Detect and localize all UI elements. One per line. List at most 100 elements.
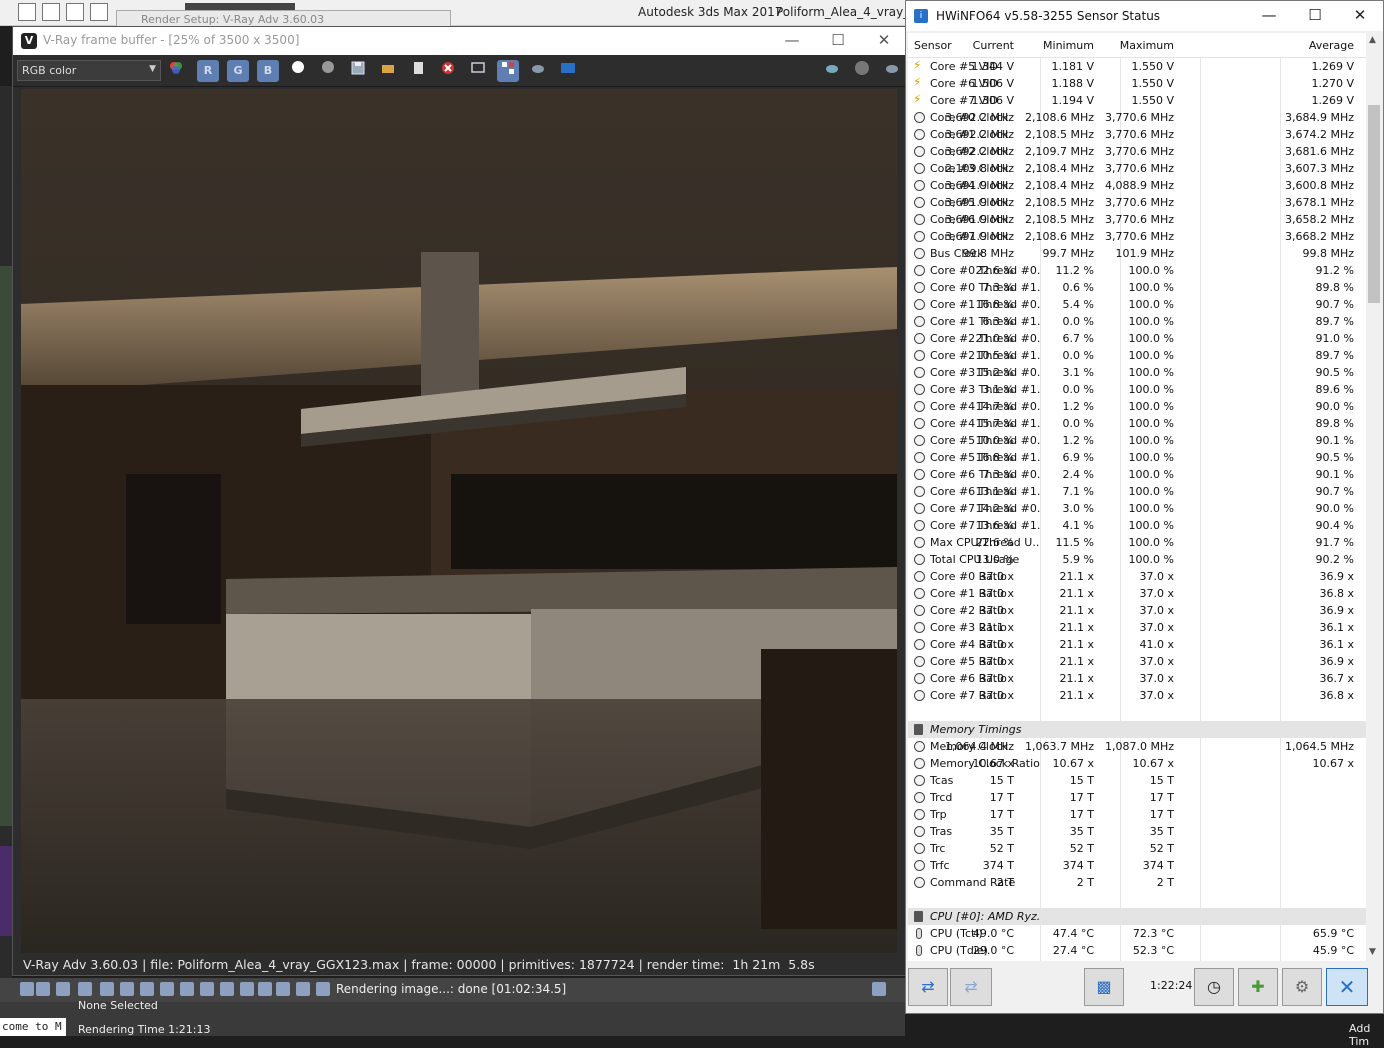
toolbar-icon[interactable] [240, 982, 254, 996]
scrollbar-thumb[interactable] [1368, 105, 1380, 303]
new-file-icon[interactable] [18, 3, 36, 21]
close-sensors-icon[interactable]: ✕ [1326, 968, 1368, 1006]
toolbar-icon[interactable] [316, 982, 330, 996]
sensor-row[interactable]: Memory Clock 1,064.4 MHz 1,063.7 MHz 1,087.… [908, 738, 1366, 755]
toolbar-icon[interactable] [56, 982, 70, 996]
maxscript-listener-input[interactable]: come to M [0, 1018, 66, 1036]
sensor-row[interactable]: Core #7 Thread #1... 13.6 % 4.1 % 100.0 % 90… [908, 517, 1366, 534]
maximize-button[interactable]: ☐ [815, 29, 861, 53]
toolbar-icon[interactable] [220, 982, 234, 996]
sensor-row[interactable]: Core #4 Clock 3,691.9 MHz 2,108.4 MHz 4,088… [908, 177, 1366, 194]
sensor-row[interactable]: Core #0 Thread #0... 22.6 % 11.2 % 100.0 % 9… [908, 262, 1366, 279]
scroll-down-icon[interactable]: ▼ [1369, 947, 1376, 957]
undo-icon[interactable] [90, 3, 108, 21]
duplicate-to-max-vfb-icon[interactable] [407, 60, 429, 82]
sensor-row[interactable]: Max CPU/Thread U... 22.6 % 11.5 % 100.0 % 91… [908, 534, 1366, 551]
column-header-minimum[interactable]: Minimum [1043, 39, 1094, 52]
sensor-row[interactable]: Core #6 Thread #0... 7.3 % 2.4 % 100.0 % 90.… [908, 466, 1366, 483]
toolbar-icon[interactable] [36, 982, 50, 996]
toolbar-icon[interactable] [276, 982, 290, 996]
mono-icon[interactable] [317, 60, 339, 82]
sensor-row[interactable]: Core #4 Thread #1... 15.7 % 0.0 % 100.0 % 89… [908, 415, 1366, 432]
sensor-row[interactable]: Core #3 Thread #0... 15.2 % 3.1 % 100.0 % 90… [908, 364, 1366, 381]
sensor-row[interactable]: Trc 52 T 52 T 52 T [908, 840, 1366, 857]
sensor-row[interactable]: Core #1 Ratio 37.0 x 21.1 x 37.0 x 36.8 x [908, 585, 1366, 602]
sensor-row[interactable]: Core #2 Thread #0... 21.0 % 6.7 % 100.0 % 91… [908, 330, 1366, 347]
green-channel-button[interactable]: G [227, 60, 249, 82]
sensor-row[interactable]: Core #3 Thread #1... 3.1 % 0.0 % 100.0 % 89.… [908, 381, 1366, 398]
sensor-row[interactable] [908, 704, 1366, 721]
save-image-icon[interactable] [347, 60, 369, 82]
red-channel-button[interactable]: R [197, 60, 219, 82]
toolbar-icon[interactable] [258, 982, 272, 996]
sensor-row[interactable]: CPU (Tctl) 49.0 °C 47.4 °C 72.3 °C 65.9 °C [908, 925, 1366, 942]
sensor-group-header[interactable]: CPU [#0]: AMD Ryz... [908, 908, 1366, 925]
sensor-row[interactable]: Core #7 Thread #0... 14.2 % 3.0 % 100.0 % 90… [908, 500, 1366, 517]
collapse-arrows-icon[interactable]: ⇄ [950, 968, 992, 1006]
sensor-row[interactable]: Core #5 Thread #1... 16.8 % 6.9 % 100.0 % 90… [908, 449, 1366, 466]
sensor-row[interactable]: Total CPU Usage 13.0 % 5.9 % 100.0 % 90.2 % [908, 551, 1366, 568]
render-teapot-icon[interactable] [821, 60, 843, 82]
track-mouse-icon[interactable] [467, 60, 489, 82]
logging-icon[interactable]: ✚ [1238, 968, 1278, 1006]
column-header-current[interactable]: Current [973, 39, 1014, 52]
clear-image-icon[interactable] [437, 60, 459, 82]
sensor-row[interactable]: ⚡ Core #5 VID 1.344 V 1.181 V 1.550 V 1.269 V [908, 58, 1366, 75]
sensor-row[interactable]: Core #7 Ratio 37.0 x 21.1 x 37.0 x 36.8 x [908, 687, 1366, 704]
region-render-icon[interactable] [497, 60, 519, 82]
toolbar-icon[interactable] [160, 982, 174, 996]
toolbar-icon[interactable] [296, 982, 310, 996]
lens-effects-icon[interactable] [557, 60, 579, 82]
minimize-button[interactable]: — [769, 29, 815, 53]
sensor-row[interactable]: Core #1 Thread #1... 6.3 % 0.0 % 100.0 % 89.… [908, 313, 1366, 330]
sensor-row[interactable]: ⚡ Core #7 VID 1.306 V 1.194 V 1.550 V 1.269 V [908, 92, 1366, 109]
rendered-kitchen-image[interactable] [21, 89, 897, 953]
sensor-row[interactable]: Tcas 15 T 15 T 15 T [908, 772, 1366, 789]
sensor-row[interactable]: Trp 17 T 17 T 17 T [908, 806, 1366, 823]
sensor-row[interactable]: Core #2 Thread #1... 10.5 % 0.0 % 100.0 % 89… [908, 347, 1366, 364]
column-header-sensor[interactable]: Sensor [914, 39, 952, 52]
close-button[interactable]: ✕ [1337, 4, 1383, 28]
sensor-row[interactable]: Core #6 Clock 3,691.9 MHz 2,108.5 MHz 3,770… [908, 211, 1366, 228]
save-file-icon[interactable] [66, 3, 84, 21]
scroll-up-icon[interactable]: ▲ [1369, 35, 1376, 45]
white-alpha-icon[interactable] [287, 60, 309, 82]
sensor-row[interactable]: Core #4 Ratio 37.0 x 21.1 x 41.0 x 36.1 x [908, 636, 1366, 653]
sensor-row[interactable]: Core #5 Thread #0... 10.0 % 1.2 % 100.0 % 90… [908, 432, 1366, 449]
maximize-button[interactable]: ☐ [1292, 4, 1338, 28]
sensor-row[interactable]: Core #2 Ratio 37.0 x 21.1 x 37.0 x 36.9 x [908, 602, 1366, 619]
toolbar-icon[interactable] [120, 982, 134, 996]
render-last-icon[interactable] [527, 60, 549, 82]
sensor-row[interactable]: Memory Clock Ratio 10.67 x 10.67 x 10.67 x1… [908, 755, 1366, 772]
sensor-row[interactable]: Core #1 Thread #0... 16.8 % 5.4 % 100.0 % 90… [908, 296, 1366, 313]
sensor-row[interactable]: Core #0 Thread #1... 7.3 % 0.6 % 100.0 % 89.… [908, 279, 1366, 296]
open-file-icon[interactable] [42, 3, 60, 21]
toolbar-icon[interactable] [20, 982, 34, 996]
expand-arrows-icon[interactable]: ⇄ [908, 968, 948, 1006]
stop-render-icon[interactable] [851, 60, 873, 82]
sensor-row[interactable]: Core #0 Clock 3,692.2 MHz 2,108.6 MHz 3,770… [908, 109, 1366, 126]
sensor-row[interactable]: Core #3 Ratio 21.1 x 21.1 x 37.0 x 36.1 x [908, 619, 1366, 636]
reset-clock-icon[interactable]: ◷ [1194, 968, 1234, 1006]
sensor-row[interactable]: Core #2 Clock 3,692.2 MHz 2,109.7 MHz 3,770… [908, 143, 1366, 160]
sensor-row[interactable] [908, 891, 1366, 908]
sensor-row[interactable]: Tras 35 T 35 T 35 T [908, 823, 1366, 840]
sensor-row[interactable]: Core #7 Clock 3,691.9 MHz 2,108.6 MHz 3,770… [908, 228, 1366, 245]
sensor-row[interactable]: Core #6 Ratio 37.0 x 21.1 x 37.0 x 36.7 x [908, 670, 1366, 687]
sensor-row[interactable]: ⚡ Core #6 VID 1.506 V 1.188 V 1.550 V 1.270 V [908, 75, 1366, 92]
toolbar-icon[interactable] [872, 982, 886, 996]
minimize-button[interactable]: — [1246, 4, 1292, 28]
sensor-row[interactable]: Trfc 374 T 374 T 374 T [908, 857, 1366, 874]
sensor-row[interactable]: Core #5 Ratio 37.0 x 21.1 x 37.0 x 36.9 x [908, 653, 1366, 670]
sensor-row[interactable]: Command Rate 2 T2 T2 T [908, 874, 1366, 891]
sensor-row[interactable]: Core #3 Clock 2,109.8 MHz 2,108.4 MHz 3,770… [908, 160, 1366, 177]
add-time-tag-button[interactable]: Add Tim [1349, 1022, 1384, 1048]
settings-gear-icon[interactable]: ⚙ [1282, 968, 1322, 1006]
toolbar-icon[interactable] [140, 982, 154, 996]
sensor-row[interactable]: Core #5 Clock 3,691.9 MHz 2,108.5 MHz 3,770… [908, 194, 1366, 211]
sensor-row[interactable]: Core #0 Ratio 37.0 x 21.1 x 37.0 x 36.9 x [908, 568, 1366, 585]
sensor-row[interactable]: Core #4 Thread #0... 14.7 % 1.2 % 100.0 % 90… [908, 398, 1366, 415]
sensor-row[interactable]: CPU (Tdie) 29.0 °C 27.4 °C 52.3 °C 45.9 °C [908, 942, 1366, 959]
load-image-icon[interactable] [377, 60, 399, 82]
toolbar-icon[interactable] [180, 982, 194, 996]
